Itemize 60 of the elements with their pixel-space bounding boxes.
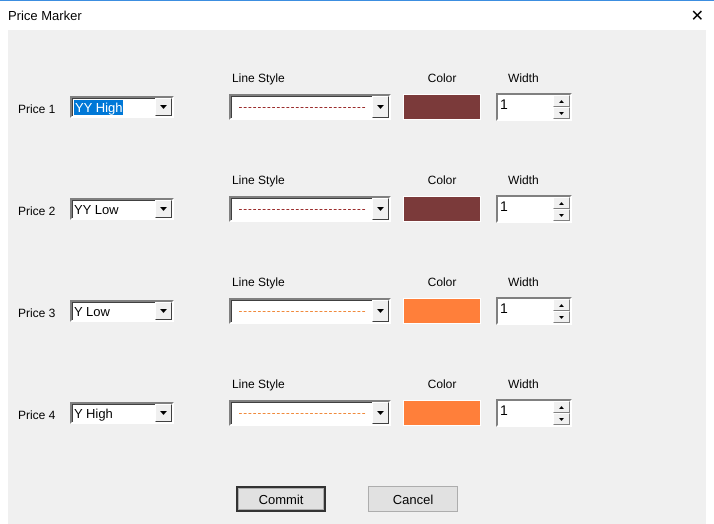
commit-button[interactable]: Commit xyxy=(236,486,326,512)
dropdown-arrow-icon xyxy=(377,105,384,109)
price-label: Price 1 xyxy=(18,102,56,116)
width-spinner[interactable]: 1 xyxy=(496,93,572,121)
up-arrow-icon xyxy=(559,202,564,204)
dropdown-arrow-icon xyxy=(160,309,167,313)
spin-down-button[interactable] xyxy=(553,209,570,221)
price-dropdown[interactable]: YY Low xyxy=(70,198,174,220)
spin-up-button[interactable] xyxy=(553,95,570,107)
up-arrow-icon xyxy=(559,406,564,408)
up-arrow-icon xyxy=(559,304,564,306)
width-spinner[interactable]: 1 xyxy=(496,297,572,325)
line-style-dropdown[interactable] xyxy=(229,298,391,324)
dropdown-arrow-icon xyxy=(160,411,167,415)
color-label: Color xyxy=(428,377,456,391)
dropdown-arrow-icon xyxy=(377,309,384,313)
spin-up-button[interactable] xyxy=(553,299,570,311)
line-style-dropdown[interactable] xyxy=(229,400,391,426)
spin-up-button[interactable] xyxy=(553,401,570,413)
line-style-dropdown[interactable] xyxy=(229,94,391,120)
price-dropdown[interactable]: YY High xyxy=(70,96,174,118)
cancel-button[interactable]: Cancel xyxy=(368,486,458,512)
spin-down-button[interactable] xyxy=(553,107,570,119)
spin-up-button[interactable] xyxy=(553,197,570,209)
spin-down-button[interactable] xyxy=(553,311,570,323)
down-arrow-icon xyxy=(559,316,564,318)
line-style-label: Line Style xyxy=(231,173,286,187)
dropdown-arrow-icon xyxy=(160,207,167,211)
dropdown-arrow-icon xyxy=(377,207,384,211)
price-label: Price 2 xyxy=(18,204,56,218)
up-arrow-icon xyxy=(559,100,564,102)
width-label: Width xyxy=(507,275,540,289)
color-swatch[interactable] xyxy=(403,196,481,222)
down-arrow-icon xyxy=(559,112,564,114)
color-label: Color xyxy=(428,71,456,85)
color-label: Color xyxy=(428,275,456,289)
color-swatch[interactable] xyxy=(403,298,481,324)
dropdown-arrow-icon xyxy=(377,411,384,415)
window-title: Price Marker xyxy=(8,8,82,23)
width-spinner[interactable]: 1 xyxy=(496,399,572,427)
color-label: Color xyxy=(428,173,456,187)
width-spinner[interactable]: 1 xyxy=(496,195,572,223)
color-swatch[interactable] xyxy=(403,400,481,426)
close-button[interactable]: ✕ xyxy=(686,6,708,25)
width-label: Width xyxy=(507,173,540,187)
line-style-label: Line Style xyxy=(231,377,286,391)
color-swatch[interactable] xyxy=(403,94,481,120)
price-dropdown[interactable]: Y High xyxy=(70,402,174,424)
line-style-label: Line Style xyxy=(231,275,286,289)
width-label: Width xyxy=(507,377,540,391)
down-arrow-icon xyxy=(559,214,564,216)
line-style-dropdown[interactable] xyxy=(229,196,391,222)
spin-down-button[interactable] xyxy=(553,413,570,425)
price-label: Price 4 xyxy=(18,408,56,422)
down-arrow-icon xyxy=(559,418,564,420)
line-style-label: Line Style xyxy=(231,71,286,85)
price-label: Price 3 xyxy=(18,306,56,320)
price-dropdown[interactable]: Y Low xyxy=(70,300,174,322)
dropdown-arrow-icon xyxy=(160,105,167,109)
width-label: Width xyxy=(507,71,540,85)
